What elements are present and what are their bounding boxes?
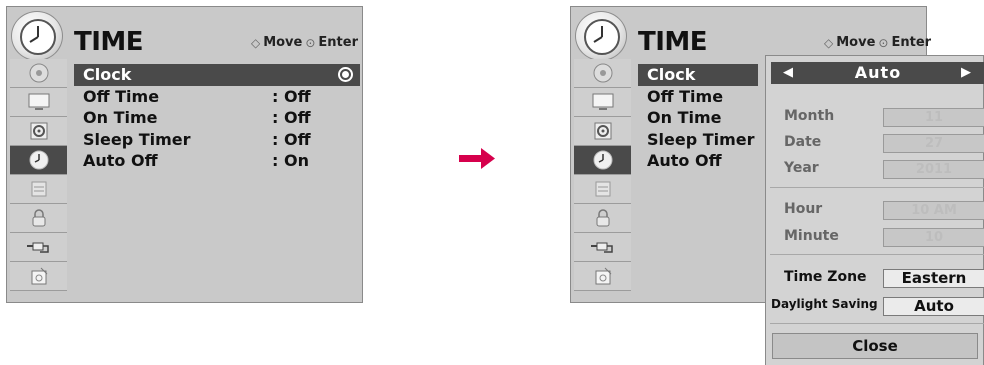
lock-icon[interactable] xyxy=(574,175,631,204)
menu-item-label: Sleep Timer xyxy=(83,129,191,149)
disc-icon[interactable] xyxy=(10,59,67,88)
transition-arrow-icon xyxy=(457,145,497,175)
menu-item-value: : Off xyxy=(272,129,311,149)
menu-item-value: : Off xyxy=(272,86,311,106)
menu-title: TIME xyxy=(74,27,144,57)
right-arrow-icon[interactable]: ▶ xyxy=(961,65,971,80)
speaker-icon[interactable] xyxy=(574,117,631,146)
support-icon[interactable] xyxy=(574,262,631,291)
month-field[interactable]: 11 xyxy=(883,108,984,127)
menu-item-off-time[interactable]: Off Time xyxy=(638,86,758,108)
hint-move-label: Move xyxy=(836,35,876,50)
padlock-icon[interactable] xyxy=(574,204,631,233)
category-sidebar xyxy=(10,59,67,291)
input-cable-icon[interactable] xyxy=(574,233,631,262)
disc-icon[interactable] xyxy=(574,59,631,88)
divider xyxy=(770,187,984,188)
menu-item-sleep-timer[interactable]: Sleep Timer xyxy=(638,129,758,151)
menu-item-label: On Time xyxy=(647,108,722,128)
menu-item-value: : Off xyxy=(272,108,311,128)
time-settings-list: Clock Off Time On Time Sleep Timer Auto … xyxy=(638,64,758,172)
clock-icon[interactable] xyxy=(574,146,631,175)
menu-item-label: Off Time xyxy=(647,86,724,106)
menu-item-label: On Time xyxy=(83,108,158,128)
category-sidebar xyxy=(574,59,631,291)
menu-item-label: Auto Off xyxy=(647,151,722,171)
minute-field[interactable]: 10 xyxy=(883,228,984,247)
support-icon[interactable] xyxy=(10,262,67,291)
time-zone-field[interactable]: Eastern xyxy=(883,269,984,288)
move-arrows-icon: ◇ xyxy=(824,35,834,50)
clock-badge-icon xyxy=(11,11,63,61)
menu-item-auto-off[interactable]: Auto Off : On xyxy=(74,150,360,172)
input-cable-icon[interactable] xyxy=(10,233,67,262)
hint-enter-label: Enter xyxy=(318,35,358,50)
year-field[interactable]: 2011 xyxy=(883,160,984,179)
divider xyxy=(770,323,984,324)
menu-item-label: Sleep Timer xyxy=(647,129,755,149)
move-arrows-icon: ◇ xyxy=(250,35,261,50)
daylight-saving-field[interactable]: Auto xyxy=(883,297,984,316)
time-menu-left: TIME ◇ Move ⊙ Enter Clock Off Time: Off… xyxy=(6,6,363,303)
enter-icon: ⊙ xyxy=(878,35,889,50)
close-button[interactable]: Close xyxy=(772,333,978,359)
monitor-icon[interactable] xyxy=(10,88,67,117)
clock-badge-icon xyxy=(575,11,627,61)
month-label: Month xyxy=(784,108,835,124)
menu-item-on-time[interactable]: On Time xyxy=(638,107,758,129)
clock-icon[interactable] xyxy=(10,146,67,175)
menu-item-label: Clock xyxy=(83,65,132,85)
menu-item-label: Off Time xyxy=(83,86,160,106)
hour-label: Hour xyxy=(784,201,823,217)
time-zone-label: Time Zone xyxy=(784,269,867,285)
menu-item-label: Clock xyxy=(647,65,696,85)
lock-icon[interactable] xyxy=(10,175,67,204)
enter-icon: ⊙ xyxy=(305,35,316,50)
hint-move-label: Move xyxy=(263,35,303,50)
menu-item-sleep-timer[interactable]: Sleep Timer : Off xyxy=(74,129,360,151)
year-label: Year xyxy=(784,160,819,176)
speaker-icon[interactable] xyxy=(10,117,67,146)
menu-item-clock[interactable]: Clock xyxy=(74,64,360,86)
menu-item-label: Auto Off xyxy=(83,151,158,171)
padlock-icon[interactable] xyxy=(10,204,67,233)
date-field[interactable]: 27 xyxy=(883,134,984,153)
clock-settings-popup: ◀ Auto ▶ Month 11 Date 27 Year 2011 Hour… xyxy=(765,55,984,365)
nav-hint: ◇ Move ⊙ Enter xyxy=(824,35,931,50)
menu-title: TIME xyxy=(638,27,708,57)
menu-item-on-time[interactable]: On Time : Off xyxy=(74,107,360,129)
menu-item-off-time[interactable]: Off Time : Off xyxy=(74,86,360,108)
monitor-icon[interactable] xyxy=(574,88,631,117)
hour-field[interactable]: 10 AM xyxy=(883,201,984,220)
daylight-saving-label: Daylight Saving xyxy=(771,297,878,311)
nav-hint: ◇ Move ⊙ Enter xyxy=(251,35,358,50)
date-label: Date xyxy=(784,134,822,150)
hint-enter-label: Enter xyxy=(891,35,932,50)
menu-item-value: : On xyxy=(272,151,309,171)
time-settings-list: Clock Off Time : Off On Time : Off Sleep… xyxy=(74,64,360,172)
clock-mode-value: Auto xyxy=(854,63,902,82)
menu-item-clock[interactable]: Clock xyxy=(638,64,758,86)
menu-item-auto-off[interactable]: Auto Off xyxy=(638,150,758,172)
divider xyxy=(770,254,984,255)
minute-label: Minute xyxy=(784,228,839,244)
selected-radio-icon xyxy=(338,67,353,82)
clock-mode-selector[interactable]: ◀ Auto ▶ xyxy=(771,62,984,84)
